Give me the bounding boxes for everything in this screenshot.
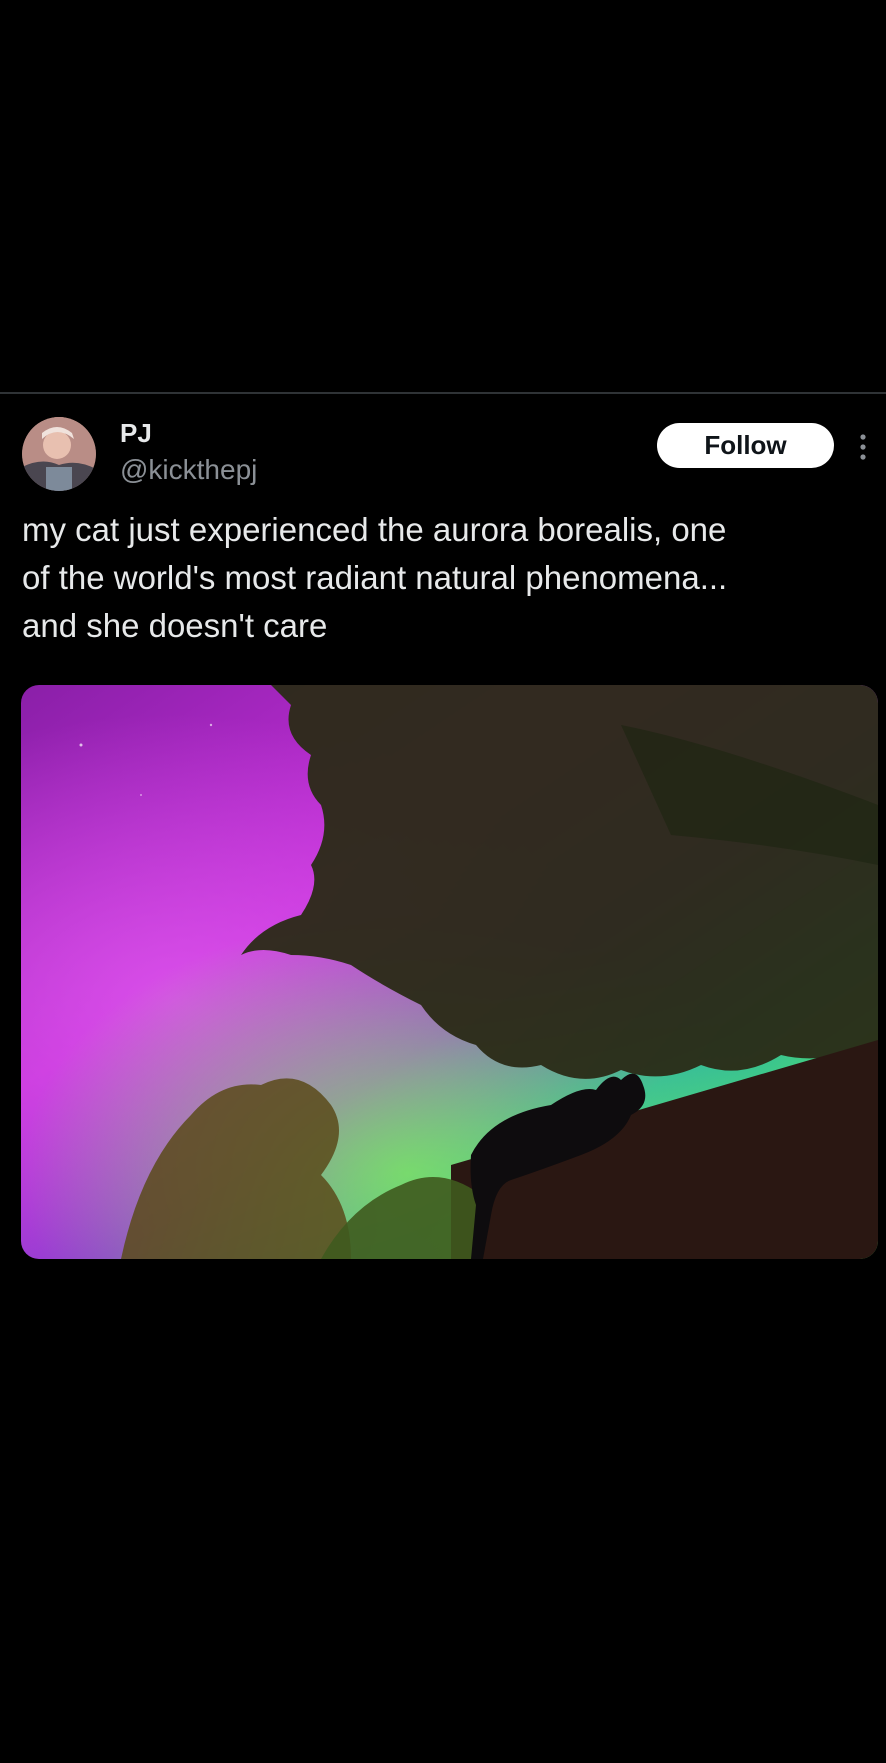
author-display-name[interactable]: PJ — [120, 418, 152, 449]
avatar[interactable] — [22, 417, 96, 491]
tweet-photo[interactable] — [21, 685, 878, 1259]
tweet-text: my cat just experienced the aurora borea… — [22, 511, 728, 644]
avatar-image — [22, 417, 96, 491]
author-handle[interactable]: @kickthepj — [120, 454, 257, 486]
more-vertical-icon[interactable] — [852, 432, 874, 462]
top-divider — [0, 392, 886, 394]
aurora-cat-photo — [21, 685, 878, 1259]
follow-button[interactable]: Follow — [657, 423, 834, 468]
